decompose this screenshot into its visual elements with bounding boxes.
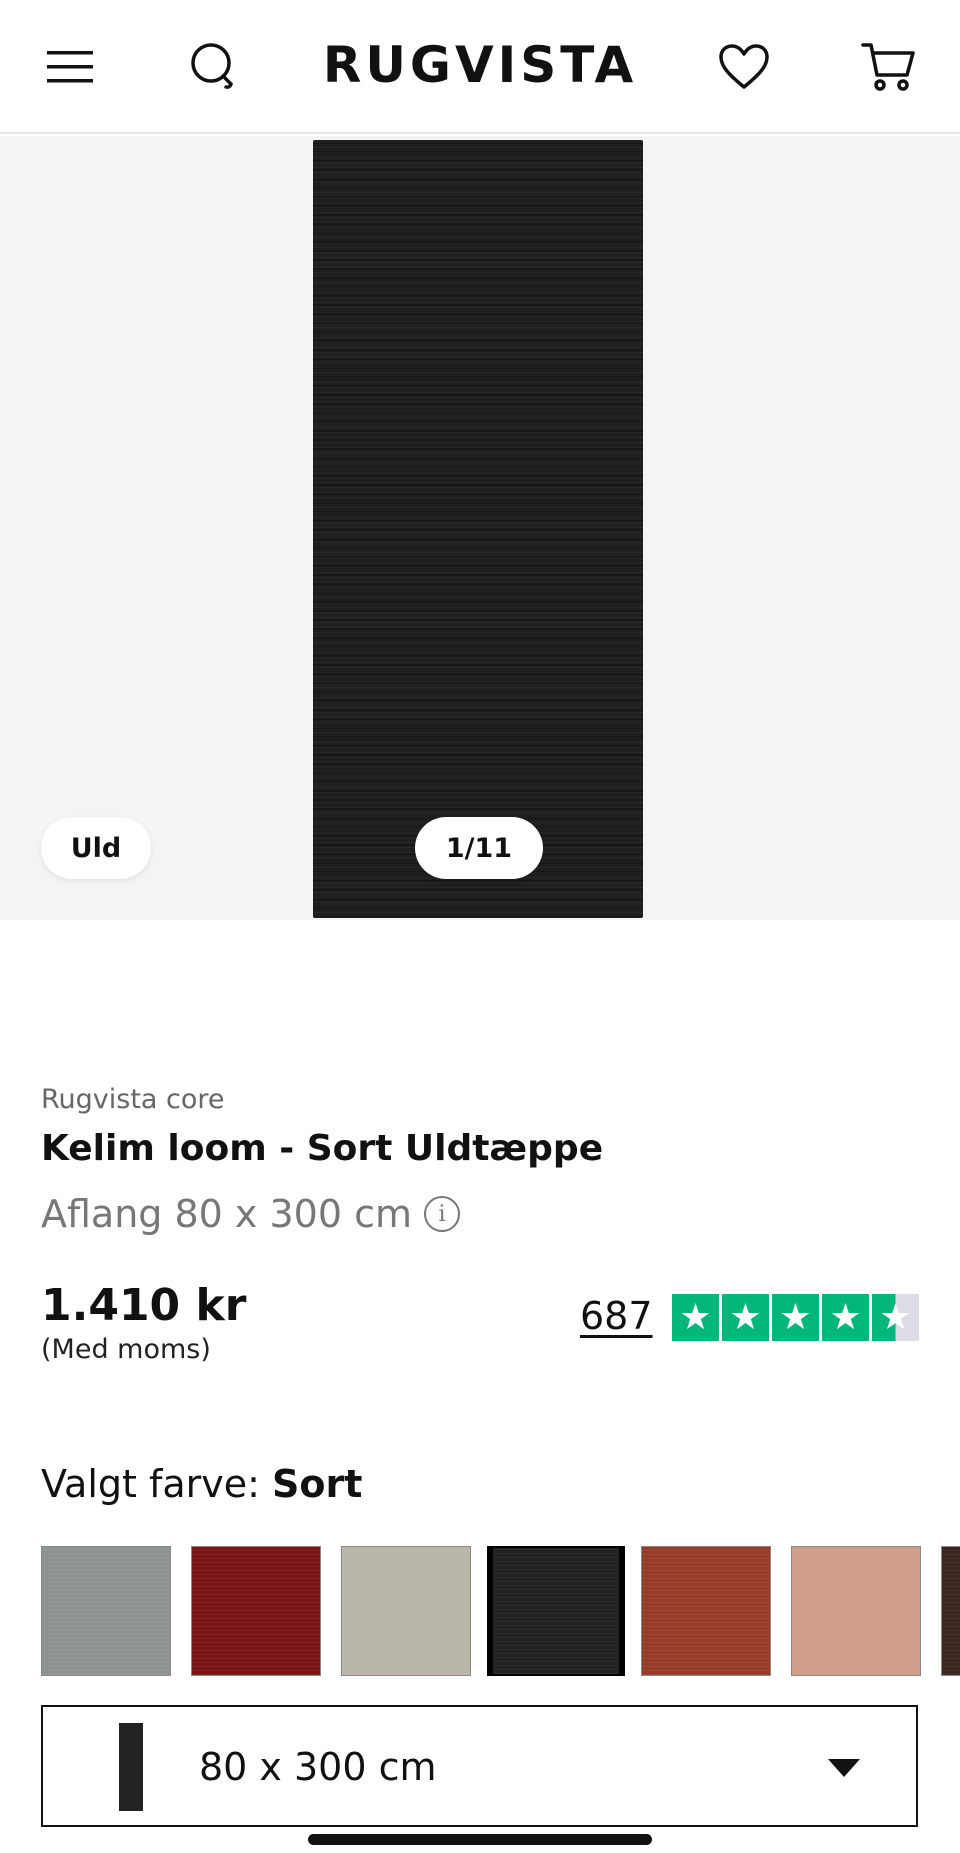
rug-shape-icon — [119, 1723, 143, 1811]
info-icon[interactable]: i — [424, 1196, 461, 1232]
size-select[interactable]: 80 x 300 cm — [41, 1705, 918, 1827]
half-star-icon: ★ — [872, 1294, 919, 1341]
selected-color-label: Valgt farve: Sort — [41, 1462, 362, 1506]
color-swatch-grey[interactable] — [41, 1546, 171, 1676]
color-swatch-red[interactable] — [191, 1546, 321, 1676]
star-icon: ★ — [672, 1294, 719, 1341]
chevron-down-icon — [828, 1759, 860, 1777]
brand-logo[interactable]: RUGVISTA — [0, 36, 960, 94]
product-brand[interactable]: Rugvista core — [41, 1084, 225, 1115]
product-title: Kelim loom - Sort Uldtæppe — [41, 1128, 604, 1169]
vat-note: (Med moms) — [41, 1334, 211, 1365]
color-label-text: Valgt farve: — [41, 1462, 260, 1506]
color-swatches — [41, 1546, 960, 1676]
color-swatch-beige[interactable] — [341, 1546, 471, 1676]
cart-icon[interactable] — [851, 32, 927, 102]
size-select-value: 80 x 300 cm — [199, 1745, 437, 1789]
star-icon: ★ — [822, 1294, 869, 1341]
material-badge: Uld — [41, 817, 151, 879]
color-swatch-brown[interactable] — [941, 1546, 960, 1676]
color-swatch-black[interactable] — [487, 1546, 625, 1676]
product-image-gallery[interactable]: Uld 1/11 — [0, 136, 960, 920]
top-header: RUGVISTA — [0, 0, 960, 134]
star-icon: ★ — [772, 1294, 819, 1341]
color-swatch-peach[interactable] — [791, 1546, 921, 1676]
trustpilot-rating[interactable]: ★ ★ ★ ★ ★ — [672, 1294, 919, 1341]
image-counter: 1/11 — [415, 817, 543, 879]
color-swatch-rust[interactable] — [641, 1546, 771, 1676]
home-indicator[interactable] — [308, 1834, 652, 1845]
review-count-link[interactable]: 687 — [580, 1294, 653, 1338]
size-description: Aflang 80 x 300 cm — [41, 1192, 413, 1236]
product-price: 1.410 kr — [41, 1280, 247, 1331]
star-icon: ★ — [722, 1294, 769, 1341]
heart-icon[interactable] — [706, 32, 782, 102]
product-image[interactable] — [313, 140, 643, 918]
product-size-line: Aflang 80 x 300 cm i — [41, 1192, 461, 1236]
selected-color-name: Sort — [272, 1462, 363, 1506]
